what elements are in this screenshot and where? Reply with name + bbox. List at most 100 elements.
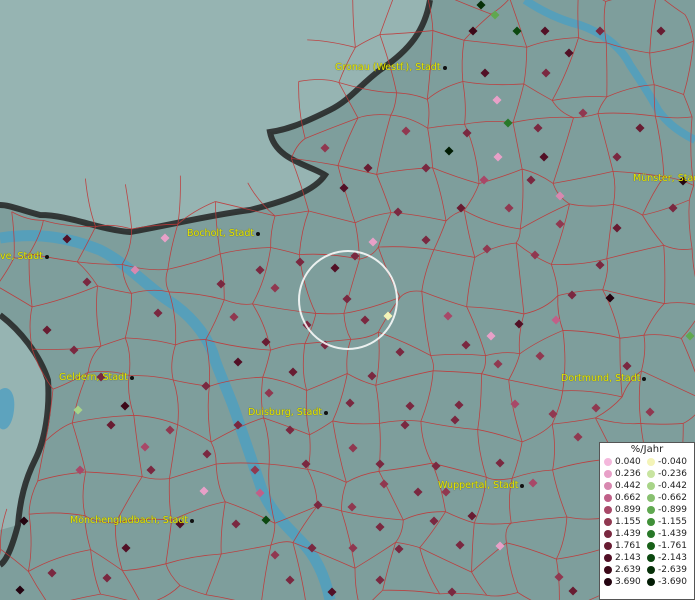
measurement-point[interactable] bbox=[62, 234, 72, 244]
measurement-point[interactable] bbox=[75, 465, 85, 475]
measurement-point[interactable] bbox=[19, 516, 29, 526]
measurement-point[interactable] bbox=[467, 511, 477, 521]
measurement-point[interactable] bbox=[301, 459, 311, 469]
measurement-point[interactable] bbox=[255, 488, 265, 498]
measurement-point[interactable] bbox=[270, 550, 280, 560]
measurement-point[interactable] bbox=[375, 575, 385, 585]
measurement-point[interactable] bbox=[541, 68, 551, 78]
measurement-point[interactable] bbox=[201, 381, 211, 391]
measurement-point[interactable] bbox=[551, 315, 561, 325]
measurement-point[interactable] bbox=[202, 449, 212, 459]
measurement-point[interactable] bbox=[231, 519, 241, 529]
measurement-point[interactable] bbox=[405, 401, 415, 411]
measurement-point[interactable] bbox=[375, 459, 385, 469]
measurement-point[interactable] bbox=[288, 367, 298, 377]
measurement-point[interactable] bbox=[526, 175, 536, 185]
measurement-point[interactable] bbox=[431, 461, 441, 471]
measurement-point[interactable] bbox=[199, 486, 209, 496]
measurement-point[interactable] bbox=[348, 543, 358, 553]
measurement-point[interactable] bbox=[165, 425, 175, 435]
measurement-point[interactable] bbox=[160, 233, 170, 243]
measurement-point[interactable] bbox=[285, 425, 295, 435]
measurement-point[interactable] bbox=[564, 48, 574, 58]
measurement-point[interactable] bbox=[394, 544, 404, 554]
measurement-point[interactable] bbox=[73, 405, 83, 415]
measurement-point[interactable] bbox=[146, 465, 156, 475]
measurement-point[interactable] bbox=[528, 478, 538, 488]
measurement-point[interactable] bbox=[495, 458, 505, 468]
measurement-point[interactable] bbox=[233, 357, 243, 367]
measurement-point[interactable] bbox=[456, 203, 466, 213]
measurement-point[interactable] bbox=[555, 219, 565, 229]
measurement-point[interactable] bbox=[595, 26, 605, 36]
measurement-point[interactable] bbox=[535, 351, 545, 361]
measurement-point[interactable] bbox=[106, 420, 116, 430]
measurement-point[interactable] bbox=[578, 108, 588, 118]
measurement-point[interactable] bbox=[493, 359, 503, 369]
measurement-point[interactable] bbox=[605, 293, 615, 303]
measurement-point[interactable] bbox=[15, 585, 25, 595]
measurement-point[interactable] bbox=[270, 283, 280, 293]
measurement-point[interactable] bbox=[285, 575, 295, 585]
measurement-point[interactable] bbox=[255, 265, 265, 275]
measurement-point[interactable] bbox=[495, 541, 505, 551]
measurement-point[interactable] bbox=[363, 163, 373, 173]
measurement-point[interactable] bbox=[233, 420, 243, 430]
measurement-point[interactable] bbox=[327, 587, 337, 597]
measurement-point[interactable] bbox=[345, 398, 355, 408]
measurement-point[interactable] bbox=[503, 118, 513, 128]
measurement-point[interactable] bbox=[421, 235, 431, 245]
measurement-point[interactable] bbox=[504, 203, 514, 213]
measurement-point[interactable] bbox=[476, 0, 486, 10]
measurement-point[interactable] bbox=[320, 143, 330, 153]
measurement-point[interactable] bbox=[486, 331, 496, 341]
measurement-point[interactable] bbox=[447, 587, 457, 597]
measurement-point[interactable] bbox=[490, 10, 500, 20]
measurement-point[interactable] bbox=[635, 123, 645, 133]
measurement-point[interactable] bbox=[492, 95, 502, 105]
measurement-point[interactable] bbox=[401, 126, 411, 136]
measurement-point[interactable] bbox=[140, 442, 150, 452]
selection-circle[interactable] bbox=[298, 250, 398, 350]
measurement-point[interactable] bbox=[82, 277, 92, 287]
measurement-point[interactable] bbox=[395, 347, 405, 357]
measurement-point[interactable] bbox=[348, 443, 358, 453]
measurement-point[interactable] bbox=[539, 152, 549, 162]
measurement-point[interactable] bbox=[482, 244, 492, 254]
measurement-point[interactable] bbox=[455, 540, 465, 550]
measurement-point[interactable] bbox=[367, 371, 377, 381]
measurement-point[interactable] bbox=[313, 500, 323, 510]
measurement-point[interactable] bbox=[379, 479, 389, 489]
measurement-point[interactable] bbox=[462, 128, 472, 138]
measurement-point[interactable] bbox=[567, 290, 577, 300]
measurement-point[interactable] bbox=[120, 401, 130, 411]
measurement-point[interactable] bbox=[264, 388, 274, 398]
measurement-point[interactable] bbox=[554, 572, 564, 582]
measurement-point[interactable] bbox=[47, 568, 57, 578]
measurement-point[interactable] bbox=[568, 586, 578, 596]
measurement-point[interactable] bbox=[121, 543, 131, 553]
measurement-point[interactable] bbox=[480, 68, 490, 78]
measurement-point[interactable] bbox=[429, 516, 439, 526]
measurement-point[interactable] bbox=[216, 279, 226, 289]
measurement-point[interactable] bbox=[261, 515, 271, 525]
measurement-point[interactable] bbox=[295, 257, 305, 267]
measurement-point[interactable] bbox=[612, 152, 622, 162]
measurement-point[interactable] bbox=[656, 26, 666, 36]
measurement-point[interactable] bbox=[510, 399, 520, 409]
measurement-point[interactable] bbox=[261, 337, 271, 347]
measurement-point[interactable] bbox=[533, 123, 543, 133]
measurement-point[interactable] bbox=[668, 203, 678, 213]
measurement-point[interactable] bbox=[591, 403, 601, 413]
measurement-point[interactable] bbox=[153, 308, 163, 318]
measurement-point[interactable] bbox=[42, 325, 52, 335]
measurement-point[interactable] bbox=[493, 152, 503, 162]
measurement-point[interactable] bbox=[307, 543, 317, 553]
measurement-point[interactable] bbox=[69, 345, 79, 355]
measurement-point[interactable] bbox=[229, 312, 239, 322]
measurement-point[interactable] bbox=[443, 311, 453, 321]
measurement-point[interactable] bbox=[612, 223, 622, 233]
measurement-point[interactable] bbox=[468, 26, 478, 36]
measurement-point[interactable] bbox=[548, 409, 558, 419]
measurement-point[interactable] bbox=[450, 415, 460, 425]
